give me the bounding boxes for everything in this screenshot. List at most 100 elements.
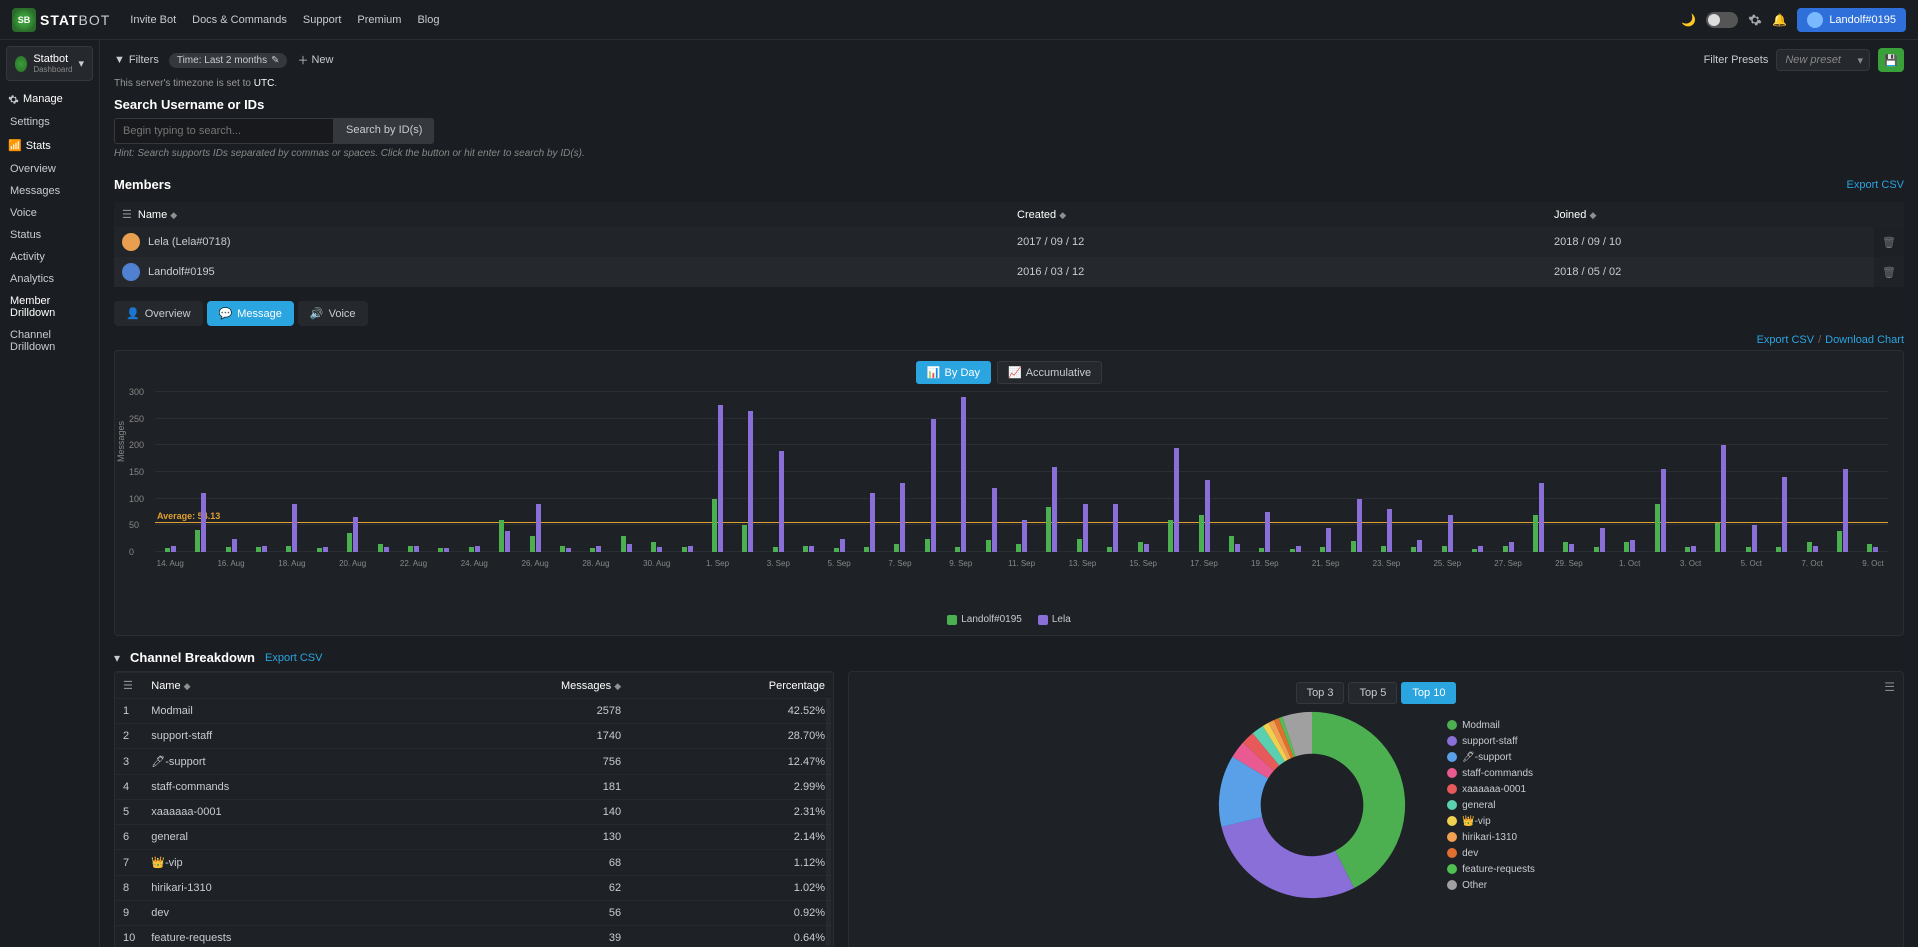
- bar[interactable]: [499, 520, 504, 552]
- donut-slice[interactable]: [1286, 737, 1289, 738]
- bar[interactable]: [688, 546, 693, 552]
- bar[interactable]: [986, 540, 991, 552]
- bar[interactable]: [596, 546, 601, 552]
- bar[interactable]: [1721, 445, 1726, 552]
- by-day-button[interactable]: 📊By Day: [916, 361, 991, 384]
- sidebar-item[interactable]: Settings: [0, 111, 99, 133]
- sidebar-item[interactable]: Analytics: [0, 268, 99, 290]
- user-chip[interactable]: Landolf#0195: [1797, 8, 1906, 32]
- bar[interactable]: [560, 546, 565, 552]
- bar[interactable]: [414, 546, 419, 552]
- donut-slice[interactable]: [1240, 768, 1250, 822]
- bar[interactable]: [1873, 547, 1878, 552]
- bar[interactable]: [931, 419, 936, 552]
- sidebar-item[interactable]: Member Drilldown: [0, 290, 99, 324]
- bar[interactable]: [1174, 448, 1179, 552]
- bar[interactable]: [657, 547, 662, 552]
- legend-item[interactable]: Modmail: [1447, 718, 1535, 732]
- search-input[interactable]: [114, 118, 334, 144]
- accumulative-button[interactable]: 📈Accumulative: [997, 361, 1102, 384]
- bar[interactable]: [779, 451, 784, 552]
- bar[interactable]: [1630, 540, 1635, 552]
- bar[interactable]: [1837, 531, 1842, 552]
- bar[interactable]: [408, 546, 413, 552]
- bar[interactable]: [1022, 520, 1027, 552]
- bar[interactable]: [1813, 546, 1818, 552]
- bar[interactable]: [1685, 547, 1690, 552]
- col-created[interactable]: Created: [1017, 209, 1056, 221]
- bar[interactable]: [1600, 528, 1605, 552]
- bar[interactable]: [961, 397, 966, 552]
- bar[interactable]: [1144, 544, 1149, 552]
- bar[interactable]: [1715, 523, 1720, 552]
- donut-slice[interactable]: [1312, 733, 1384, 870]
- tab-voice[interactable]: 🔊Voice: [298, 301, 368, 326]
- col-messages[interactable]: Messages: [561, 680, 611, 692]
- bar[interactable]: [1509, 542, 1514, 552]
- bar[interactable]: [475, 546, 480, 552]
- legend-item[interactable]: xaaaaaa-0001: [1447, 782, 1535, 796]
- bar[interactable]: [256, 547, 261, 552]
- save-preset-button[interactable]: 💾: [1878, 48, 1904, 72]
- trash-icon[interactable]: 🗑: [1874, 227, 1904, 257]
- bar[interactable]: [682, 547, 687, 552]
- bar[interactable]: [323, 547, 328, 552]
- bar[interactable]: [1655, 504, 1660, 552]
- legend-item[interactable]: 👑-vip: [1447, 814, 1535, 828]
- donut-slice[interactable]: [1289, 733, 1312, 737]
- theme-toggle[interactable]: [1706, 12, 1738, 28]
- topnav-link[interactable]: Support: [303, 14, 342, 26]
- bar[interactable]: [1624, 542, 1629, 552]
- bar[interactable]: [232, 539, 237, 552]
- bar[interactable]: [1752, 525, 1757, 552]
- add-filter-button[interactable]: ＋ New: [297, 52, 333, 68]
- bar[interactable]: [1472, 549, 1477, 552]
- bar[interactable]: [1168, 520, 1173, 552]
- table-row[interactable]: 4staff-commands1812.99%: [115, 775, 833, 800]
- bar[interactable]: [748, 411, 753, 552]
- bar[interactable]: [1046, 507, 1051, 552]
- bar[interactable]: [317, 548, 322, 552]
- server-selector[interactable]: Statbot Dashboard ▾: [6, 46, 93, 81]
- bar[interactable]: [378, 544, 383, 552]
- bar[interactable]: [864, 547, 869, 552]
- bar[interactable]: [536, 504, 541, 552]
- donut-slice[interactable]: [1250, 757, 1258, 768]
- bar[interactable]: [444, 548, 449, 552]
- legend-item[interactable]: staff-commands: [1447, 766, 1535, 780]
- sidebar-item[interactable]: Activity: [0, 246, 99, 268]
- bar[interactable]: [1205, 480, 1210, 552]
- bar[interactable]: [718, 405, 723, 552]
- members-export-link[interactable]: Export CSV: [1847, 179, 1904, 191]
- bar[interactable]: [894, 544, 899, 552]
- edit-icon[interactable]: ✎: [271, 55, 279, 66]
- col-joined[interactable]: Joined: [1554, 209, 1586, 221]
- bar[interactable]: [201, 493, 206, 552]
- gear-icon[interactable]: [1748, 13, 1762, 27]
- sidebar-item[interactable]: Messages: [0, 180, 99, 202]
- menu-icon[interactable]: ☰: [1884, 680, 1895, 694]
- bar[interactable]: [1387, 509, 1392, 552]
- donut-slice[interactable]: [1242, 822, 1345, 877]
- bar[interactable]: [1381, 546, 1386, 552]
- donut-slice[interactable]: [1258, 749, 1266, 756]
- bar[interactable]: [590, 548, 595, 552]
- bar[interactable]: [1843, 469, 1848, 552]
- chevron-down-icon[interactable]: ▾: [114, 651, 120, 665]
- bar[interactable]: [353, 517, 358, 552]
- bar[interactable]: [712, 499, 717, 552]
- bell-icon[interactable]: 🔔: [1772, 13, 1787, 27]
- bar[interactable]: [1442, 546, 1447, 552]
- legend-item[interactable]: Lela: [1038, 614, 1071, 625]
- bar[interactable]: [925, 539, 930, 552]
- filter-icon[interactable]: ☰: [122, 209, 132, 221]
- legend-item[interactable]: Other: [1447, 878, 1535, 892]
- bar[interactable]: [171, 546, 176, 552]
- bar[interactable]: [1807, 542, 1812, 552]
- bar[interactable]: [1138, 542, 1143, 552]
- table-row[interactable]: 10feature-requests390.64%: [115, 926, 833, 947]
- bar[interactable]: [621, 536, 626, 552]
- bar[interactable]: [1199, 515, 1204, 552]
- bar[interactable]: [1448, 515, 1453, 552]
- bar[interactable]: [773, 547, 778, 552]
